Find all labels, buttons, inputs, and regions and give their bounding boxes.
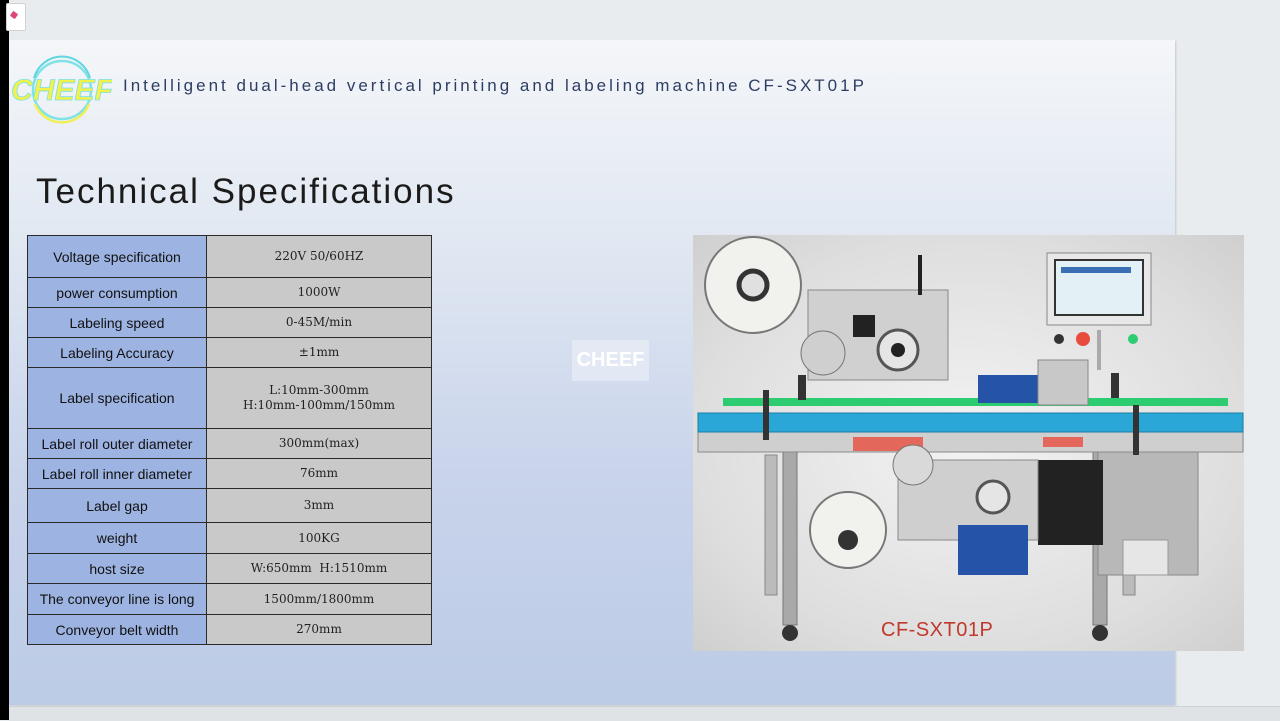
bottom-bar [9,706,1280,721]
table-row: power consumption 1000W [27,277,432,308]
spec-key: power consumption [27,277,207,308]
section-title: Technical Specifications [36,172,456,211]
corner-tab[interactable] [6,3,26,31]
logo-text: CHEEF [12,74,112,107]
pin-icon [9,10,19,20]
spec-key: Voltage specification [27,235,207,278]
spec-key: Label roll outer diameter [27,428,207,459]
spec-value: 3mm [206,488,432,523]
table-row: weight 100KG [27,522,432,554]
left-edge-strip [0,0,9,720]
spec-key: weight [27,522,207,554]
table-row: Label roll inner diameter 76mm [27,458,432,489]
spec-key: Label gap [27,488,207,523]
spec-key: Labeling Accuracy [27,337,207,368]
cheef-logo: CHEEF [12,55,112,124]
spec-value-multi: L:10mm-300mm H:10mm-100mm/150mm [206,367,432,429]
spec-value: 300mm(max) [206,428,432,459]
table-row: Voltage specification 220V 50/60HZ [27,235,432,278]
spec-key: host size [27,553,207,584]
table-row: Label roll outer diameter 300mm(max) [27,428,432,459]
labeling-machine-illustration [697,236,1244,641]
spec-table: Voltage specification 220V 50/60HZ power… [27,235,432,645]
spec-key: Labeling speed [27,307,207,338]
photo-caption: CF-SXT01P [881,619,994,641]
spec-value: 1500mm/1800mm [206,583,432,615]
spec-value: 220V 50/60HZ [206,235,432,278]
spec-value-line: H:10mm-100mm/150mm [243,398,395,412]
spec-key: The conveyor line is long [27,583,207,615]
slide: CHEEF Intelligent dual-head vertical pri… [9,40,1244,705]
table-row: Labeling Accuracy ±1mm [27,337,432,368]
header-title: Intelligent dual-head vertical printing … [123,76,867,95]
table-row: Label gap 3mm [27,488,432,523]
table-row: The conveyor line is long 1500mm/1800mm [27,583,432,615]
spec-key: Label specification [27,367,207,429]
spec-value: 1000W [206,277,432,308]
table-row: Labeling speed 0-45M/min [27,307,432,338]
table-row: host size W:650mm H:1510mm [27,553,432,584]
machine-photo: CF-SXT01P [693,235,1244,651]
watermark: CHEEF [572,340,649,381]
spec-value: W:650mm H:1510mm [206,553,432,584]
spec-value-line: L:10mm-300mm [269,383,369,397]
spec-value: 100KG [206,522,432,554]
table-row: Conveyor belt width 270mm [27,614,432,645]
spec-value: 270mm [206,614,432,645]
spec-value: ±1mm [206,337,432,368]
spec-value: 76mm [206,458,432,489]
spec-key: Conveyor belt width [27,614,207,645]
spec-key: Label roll inner diameter [27,458,207,489]
spec-value: 0-45M/min [206,307,432,338]
table-row: Label specification L:10mm-300mm H:10mm-… [27,367,432,429]
